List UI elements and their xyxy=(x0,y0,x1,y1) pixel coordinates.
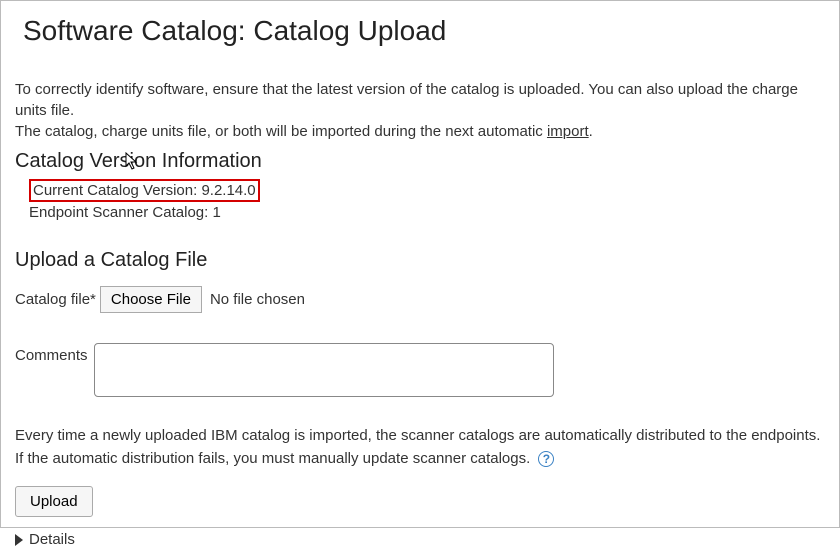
import-link[interactable]: import xyxy=(547,123,589,140)
no-file-chosen-text: No file chosen xyxy=(210,291,305,308)
endpoint-label: Endpoint Scanner Catalog: xyxy=(29,204,208,221)
current-version-label: Current Catalog Version: xyxy=(33,182,197,199)
details-label: Details xyxy=(29,531,75,548)
choose-file-button[interactable]: Choose File xyxy=(100,286,202,313)
note-line-1: Every time a newly uploaded IBM catalog … xyxy=(15,425,825,448)
catalog-file-label: Catalog file* xyxy=(15,291,96,308)
intro-line-1: To correctly identify software, ensure t… xyxy=(15,79,825,121)
current-catalog-version-row: Current Catalog Version: 9.2.14.0 xyxy=(29,179,260,202)
note-line-2-wrap: If the automatic distribution fails, you… xyxy=(15,448,825,471)
note-block: Every time a newly uploaded IBM catalog … xyxy=(15,425,825,470)
endpoint-scanner-row: Endpoint Scanner Catalog: 1 xyxy=(29,204,825,221)
section-upload-header: Upload a Catalog File xyxy=(15,249,825,272)
details-toggle[interactable]: Details xyxy=(15,531,825,548)
page-title: Software Catalog: Catalog Upload xyxy=(1,1,839,47)
current-version-value: 9.2.14.0 xyxy=(201,182,255,199)
upload-button[interactable]: Upload xyxy=(15,486,93,517)
file-row: Catalog file* Choose File No file chosen xyxy=(15,286,825,313)
intro-line-2: The catalog, charge units file, or both … xyxy=(15,121,825,142)
note-line-2: If the automatic distribution fails, you… xyxy=(15,450,530,467)
comments-row: Comments xyxy=(15,343,825,397)
endpoint-value: 1 xyxy=(212,204,220,221)
intro-text: To correctly identify software, ensure t… xyxy=(15,79,825,142)
section-version-header: Catalog Version Information xyxy=(15,150,825,173)
comments-label: Comments xyxy=(15,343,88,364)
comments-textarea[interactable] xyxy=(94,343,554,397)
version-block: Current Catalog Version: 9.2.14.0 Endpoi… xyxy=(29,179,825,221)
intro-line-2-post: . xyxy=(589,123,593,140)
intro-line-2-pre: The catalog, charge units file, or both … xyxy=(15,123,547,140)
chevron-right-icon xyxy=(15,534,23,546)
help-icon[interactable]: ? xyxy=(538,451,554,467)
